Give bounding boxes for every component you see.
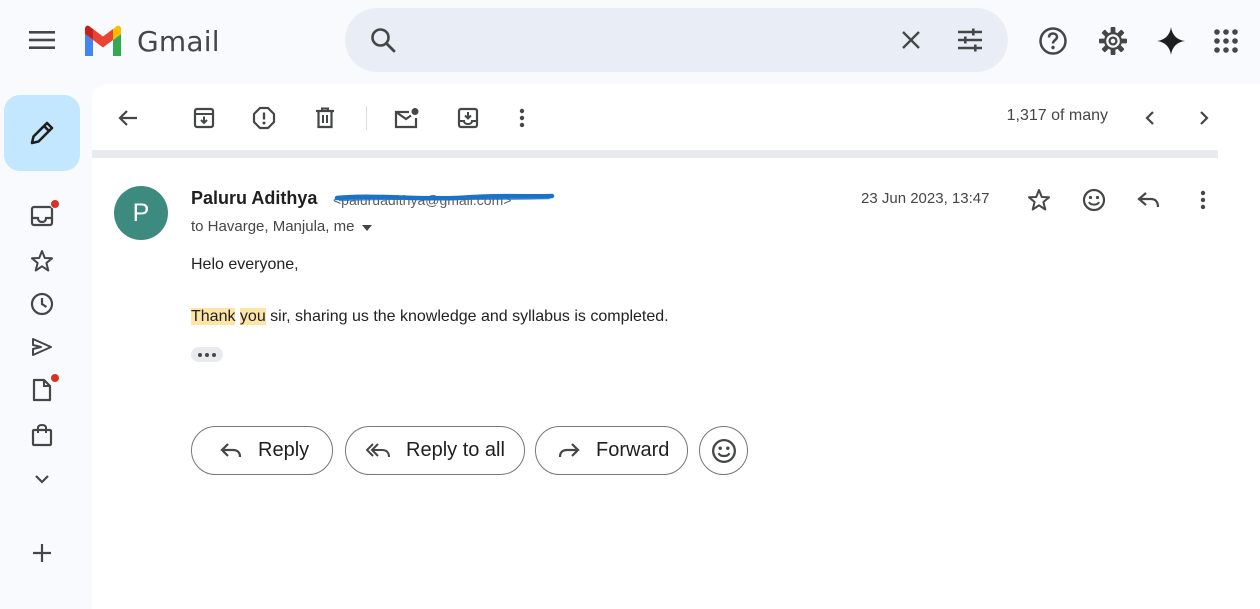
message-date: 23 Jun 2023, 13:47 — [861, 190, 990, 207]
report-spam-button[interactable] — [244, 98, 284, 138]
arrow-back-icon — [118, 110, 137, 126]
close-icon — [902, 31, 920, 49]
clock-icon — [30, 292, 54, 316]
more-vert-icon — [1200, 190, 1206, 210]
sender-email: <paluruadithya@gmail.com> — [333, 192, 512, 208]
newer-button[interactable] — [1130, 98, 1170, 138]
send-icon — [32, 338, 52, 356]
emoji-icon — [1082, 188, 1106, 212]
star-icon — [1028, 189, 1050, 211]
message-more-button[interactable] — [1183, 180, 1223, 220]
recipients-text: to Havarge, Manjula, me — [191, 218, 355, 235]
add-reaction-button[interactable] — [1074, 180, 1114, 220]
message-body-text: sir, sharing us the knowledge and syllab… — [265, 308, 669, 325]
reply-label: Reply — [258, 439, 310, 461]
report-icon — [252, 106, 276, 130]
more-options-button[interactable] — [502, 98, 542, 138]
move-to-button[interactable] — [448, 98, 488, 138]
search-button[interactable] — [363, 20, 403, 60]
google-apps-button[interactable] — [1205, 20, 1247, 62]
forward-icon — [554, 436, 584, 466]
archive-icon — [193, 107, 215, 129]
settings-button[interactable] — [1092, 20, 1134, 62]
chevron-down-icon — [35, 475, 49, 484]
inbox-badge — [50, 199, 60, 209]
delete-button[interactable] — [305, 98, 345, 138]
reply-button[interactable]: Reply — [191, 426, 333, 475]
rail-item-purchases[interactable] — [22, 417, 62, 453]
archive-button[interactable] — [184, 98, 224, 138]
clear-search-button[interactable] — [891, 20, 931, 60]
show-trimmed-content-button[interactable] — [191, 347, 223, 362]
reply-all-icon — [364, 436, 394, 466]
more-vert-icon — [519, 108, 525, 128]
pencil-icon — [30, 121, 54, 145]
inbox-icon — [30, 205, 54, 227]
gmail-logo[interactable]: Gmail — [82, 24, 220, 58]
emoji-icon — [711, 438, 736, 463]
star-icon — [31, 250, 53, 272]
gemini-button[interactable] — [1150, 20, 1192, 62]
search-input[interactable] — [417, 26, 917, 54]
sender-name[interactable]: Paluru Adithya — [191, 188, 317, 209]
emoji-reaction-button[interactable] — [699, 426, 748, 475]
message-greeting: Helo everyone, — [191, 256, 299, 273]
help-button[interactable] — [1032, 20, 1074, 62]
app-name: Gmail — [137, 24, 220, 58]
rail-item-starred[interactable] — [22, 243, 62, 279]
message-body: Thank you sir, sharing us the knowledge … — [191, 308, 669, 326]
main-menu-button[interactable] — [22, 20, 62, 60]
caret-down-icon — [362, 224, 373, 231]
mark-unread-button[interactable] — [387, 98, 427, 138]
shopping-bag-icon — [31, 423, 53, 447]
move-to-inbox-icon — [457, 107, 479, 129]
reply-icon — [216, 436, 246, 466]
file-icon — [32, 378, 52, 402]
drafts-badge — [50, 373, 60, 383]
chevron-right-icon — [1200, 111, 1209, 125]
apps-grid-icon — [1214, 29, 1238, 53]
sparkle-icon — [1157, 27, 1185, 55]
mark-unread-icon — [394, 108, 419, 129]
help-icon — [1039, 27, 1067, 55]
chevron-left-icon — [1145, 111, 1154, 125]
rail-item-more[interactable] — [22, 461, 62, 497]
sender-avatar[interactable]: P — [114, 186, 168, 240]
forward-button[interactable]: Forward — [535, 426, 688, 475]
older-button[interactable] — [1184, 98, 1224, 138]
search-bar — [345, 8, 1008, 72]
search-options-button[interactable] — [950, 20, 990, 60]
rail-item-drafts[interactable] — [22, 372, 62, 408]
search-highlight: you — [239, 308, 266, 325]
search-icon — [371, 28, 396, 53]
toolbar-separator — [92, 150, 1218, 158]
rail-item-sent[interactable] — [22, 329, 62, 365]
recipients-toggle[interactable]: to Havarge, Manjula, me — [191, 218, 373, 235]
search-highlight: Thank — [191, 308, 236, 325]
rail-item-inbox[interactable] — [22, 198, 62, 234]
reply-icon — [1137, 192, 1160, 208]
reply-all-label: Reply to all — [406, 439, 505, 461]
compose-button[interactable] — [4, 95, 80, 171]
rail-item-new-label[interactable] — [22, 535, 62, 571]
message-view: 1,317 of many P Paluru Adithya <paluruad… — [92, 84, 1260, 609]
forward-label: Forward — [596, 439, 670, 461]
rail-item-snoozed[interactable] — [22, 286, 62, 322]
back-button[interactable] — [108, 98, 148, 138]
top-bar: Gmail — [0, 0, 1260, 82]
toolbar-divider — [366, 106, 367, 130]
plus-icon — [33, 544, 51, 562]
message-count: 1,317 of many — [1006, 107, 1108, 124]
trash-icon — [316, 107, 334, 129]
star-message-button[interactable] — [1019, 180, 1059, 220]
reply-all-button[interactable]: Reply to all — [345, 426, 525, 475]
gmail-m-icon — [85, 25, 121, 56]
menu-icon — [29, 31, 55, 49]
gear-icon — [1099, 27, 1127, 55]
reply-header-button[interactable] — [1129, 180, 1169, 220]
tune-icon — [958, 28, 982, 52]
